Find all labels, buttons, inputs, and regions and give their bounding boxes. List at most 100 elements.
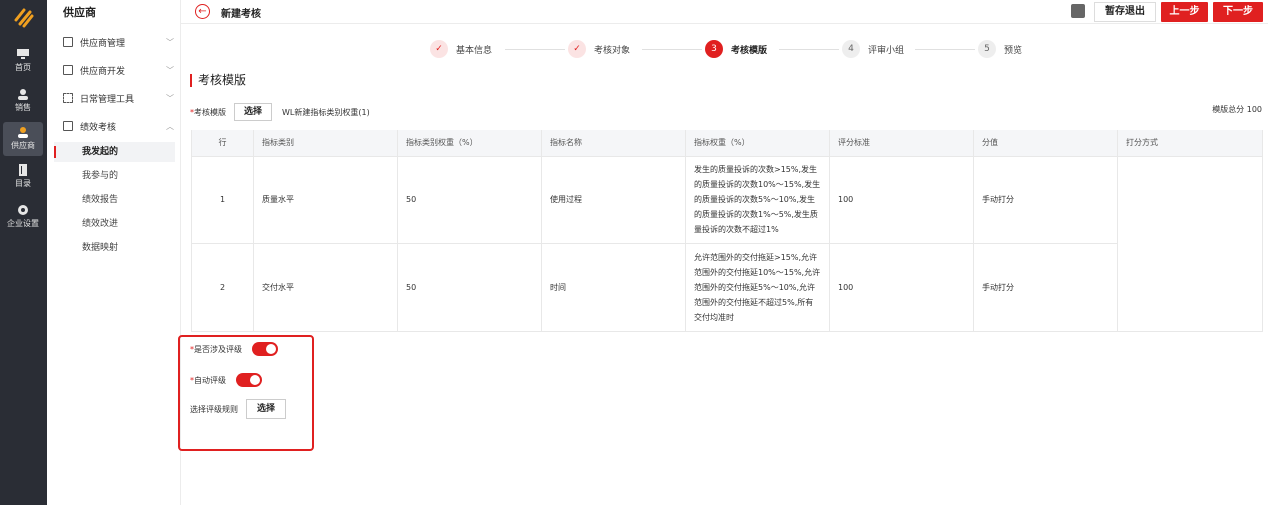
table-row: 1 质量水平 50 使用过程 发生的质量投诉的次数>15%,发生的质量投诉的次数… — [191, 155, 1263, 331]
page-title: 新建考核 — [221, 9, 261, 20]
check-icon: ✓ — [568, 40, 586, 58]
prev-step-button[interactable]: 上一步 — [1161, 2, 1208, 22]
rail-item-sales[interactable]: 销售 — [3, 84, 43, 118]
step-number: 5 — [978, 40, 996, 58]
section-title: 考核模版 — [190, 74, 246, 87]
column-header: 评分标准 — [829, 130, 974, 156]
step-review-group[interactable]: 4 评审小组 — [842, 40, 904, 58]
table-row: 2 交付水平 50 时间 允许范围外的交付拖延>15%,允许范围外的交付拖延10… — [191, 242, 1263, 331]
cell-indicator-name: 使用过程 — [541, 155, 686, 243]
column-header: 分值 — [973, 130, 1118, 156]
sidebar-item-performance-improvement[interactable]: 绩效改进 — [54, 214, 175, 234]
cell-scoring-standard: 100 — [829, 155, 974, 243]
monitor-icon — [17, 49, 29, 59]
cell-indicator-weight: 发生的质量投诉的次数>15%,发生的质量投诉的次数10%～15%,发生的质量投诉… — [685, 155, 830, 243]
sidebar-group-performance[interactable]: 绩效考核 ︿ — [63, 117, 175, 135]
back-arrow-icon[interactable]: ← — [195, 4, 210, 19]
cell-scoring-standard: 100 — [829, 242, 974, 331]
auto-grading-toggle[interactable] — [236, 373, 262, 387]
template-label: *考核模版 — [190, 107, 226, 117]
grid-icon — [63, 93, 73, 103]
save-exit-button[interactable]: 暂存退出 — [1094, 2, 1156, 22]
sidebar-group-label: 供应商开发 — [80, 66, 126, 77]
stepper: ✓ 基本信息 ✓ 考核对象 3 考核模版 4 评审小组 5 预览 — [430, 40, 1030, 60]
page-header: ← 新建考核 暂存退出 上一步 下一步 — [181, 0, 1268, 24]
sidebar-group-label: 供应商管理 — [80, 38, 126, 49]
rail-label: 首页 — [15, 63, 31, 72]
involves-grading-toggle[interactable] — [252, 342, 278, 356]
sidebar-item-participated[interactable]: 我参与的 — [54, 166, 175, 186]
step-number: 3 — [705, 40, 723, 58]
sidebar-item-performance-report[interactable]: 绩效报告 — [54, 190, 175, 210]
card-icon — [63, 121, 73, 131]
step-connector — [915, 49, 975, 50]
step-connector — [779, 49, 839, 50]
cell-indicator-name: 时间 — [541, 242, 686, 331]
rail-label: 企业设置 — [7, 219, 39, 228]
rail-item-catalog[interactable]: 目录 — [3, 160, 43, 194]
column-header: 指标权重（%） — [685, 130, 830, 156]
gear-icon — [18, 205, 28, 215]
column-header: 指标名称 — [541, 130, 686, 156]
cell-category: 交付水平 — [253, 242, 398, 331]
select-template-button[interactable]: 选择 — [234, 103, 272, 121]
template-label-text: 考核模版 — [194, 107, 226, 117]
rail-item-enterprise-settings[interactable]: 企业设置 — [3, 200, 43, 234]
chevron-down-icon: ﹀ — [166, 37, 174, 47]
brand-logo-icon[interactable] — [12, 6, 34, 28]
cell-category-weight: 50 — [397, 242, 542, 331]
indicator-table: 行 指标类别 指标类别权重（%） 指标名称 指标权重（%） 评分标准 分值 打分… — [191, 130, 1263, 332]
cell-row-number: 2 — [191, 242, 254, 331]
supplier-user-icon — [18, 127, 28, 138]
sidebar-title: 供应商 — [63, 6, 96, 19]
rail-label: 销售 — [15, 103, 31, 112]
check-icon: ✓ — [430, 40, 448, 58]
cell-score: 手动打分 — [973, 242, 1118, 331]
rail-item-supplier[interactable]: 供应商 — [3, 122, 43, 156]
sidebar-group-daily-tools[interactable]: 日常管理工具 ﹀ — [63, 89, 175, 107]
select-grading-rule-button[interactable]: 选择 — [246, 399, 286, 419]
sidebar-group-supplier-development[interactable]: 供应商开发 ﹀ — [63, 61, 175, 79]
sidebar-item-data-mapping[interactable]: 数据映射 — [54, 238, 175, 258]
step-preview[interactable]: 5 预览 — [978, 40, 1022, 58]
rail-item-home[interactable]: 首页 — [3, 44, 43, 78]
sidebar-item-initiated[interactable]: 我发起的 — [54, 142, 175, 162]
involves-grading-label: *是否涉及评级 — [190, 344, 242, 354]
template-row: *考核模版 选择 WL新建指标类别权重(1) — [190, 103, 370, 121]
grading-rule-label: 选择评级规则 — [190, 404, 238, 414]
step-connector — [642, 49, 702, 50]
list-icon — [63, 37, 73, 47]
auto-grading-label: *自动评级 — [190, 375, 226, 385]
clipboard-icon — [63, 65, 73, 75]
auto-grading-label-text: 自动评级 — [194, 375, 226, 385]
cell-category: 质量水平 — [253, 155, 398, 243]
step-basic-info[interactable]: ✓ 基本信息 — [430, 40, 492, 58]
user-icon — [18, 89, 28, 100]
involves-grading-label-text: 是否涉及评级 — [194, 344, 242, 354]
auto-grading-row: *自动评级 — [190, 373, 262, 387]
toggle-knob — [266, 344, 276, 354]
sidebar-group-supplier-management[interactable]: 供应商管理 ﹀ — [63, 33, 175, 51]
book-icon — [19, 164, 27, 176]
column-header: 打分方式 — [1117, 130, 1263, 156]
step-assessment-template[interactable]: 3 考核模版 — [705, 40, 767, 58]
layout-icon[interactable] — [1071, 4, 1085, 18]
main-nav-rail: 首页 销售 供应商 目录 企业设置 — [0, 0, 47, 505]
step-assessment-target[interactable]: ✓ 考核对象 — [568, 40, 630, 58]
sidebar-group-label: 绩效考核 — [80, 122, 117, 133]
chevron-up-icon: ︿ — [166, 121, 174, 131]
rail-label: 供应商 — [11, 141, 35, 150]
cell-indicator-weight: 允许范围外的交付拖延>15%,允许范围外的交付拖延10%～15%,允许范围外的交… — [685, 242, 830, 331]
app-root: 首页 销售 供应商 目录 企业设置 供应商 供应商管理 ﹀ 供应商开发 ﹀ 日常… — [0, 0, 1268, 505]
cell-score: 手动打分 — [973, 155, 1118, 243]
column-header: 指标类别权重（%） — [397, 130, 542, 156]
toggle-knob — [250, 375, 260, 385]
step-label: 考核模版 — [731, 45, 768, 56]
involves-grading-row: *是否涉及评级 — [190, 342, 278, 356]
table-header-row: 行 指标类别 指标类别权重（%） 指标名称 指标权重（%） 评分标准 分值 打分… — [191, 130, 1263, 156]
chevron-down-icon: ﹀ — [166, 65, 174, 75]
next-step-button[interactable]: 下一步 — [1213, 2, 1263, 22]
template-total-score: 模版总分 100 — [1212, 105, 1262, 114]
step-label: 评审小组 — [868, 45, 905, 56]
step-connector — [505, 49, 565, 50]
